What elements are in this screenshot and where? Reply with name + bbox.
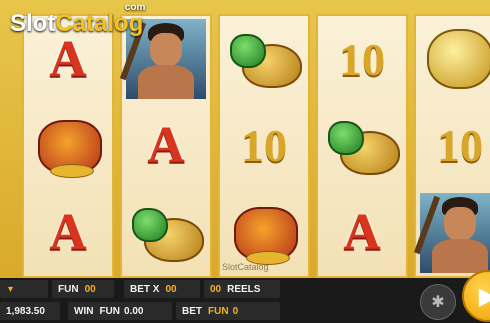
reel-4: 10 A	[316, 14, 408, 278]
fun-panel[interactable]: FUN 00	[52, 280, 114, 298]
symbol-cell	[416, 17, 490, 101]
bottom-bar-bottom: 1,983.50 WIN FUN 0.00 BET FUN 0	[0, 300, 490, 323]
fun-value: 00	[84, 283, 96, 295]
lion-icon	[228, 201, 300, 265]
symbol-a: A	[49, 204, 87, 262]
symbol-cell: 10	[416, 104, 490, 188]
reels-value: 00	[210, 283, 222, 295]
watermark: SlotCatalog	[222, 262, 269, 272]
symbol-cell	[24, 104, 112, 188]
balance-panel: 1,983.50	[0, 302, 60, 320]
symbol-cell	[220, 17, 308, 101]
bet-currency: FUN	[208, 305, 229, 317]
symbol-cell	[318, 104, 406, 188]
symbol-cell: 10	[318, 17, 406, 101]
bottom-bar-top: ▾ FUN 00 BET X 00 00 REELS	[0, 278, 490, 300]
bet-label: BET	[182, 305, 202, 317]
symbol-a: A	[343, 204, 381, 262]
turtle-icon	[326, 115, 400, 177]
win-panel: WIN FUN 0.00	[68, 302, 172, 320]
symbol-10: 10	[339, 33, 385, 85]
bet-value: 0	[232, 305, 239, 317]
turtle-icon	[130, 202, 204, 264]
symbol-cell: A	[122, 104, 210, 188]
bet-panel: BET FUN 0	[176, 302, 280, 320]
bet-x-panel[interactable]: BET X 00	[124, 280, 200, 298]
reel-1: A A	[22, 14, 114, 278]
reels-grid: A A A 10 10 A 10	[22, 14, 490, 278]
symbol-a: A	[49, 30, 87, 88]
turtle-icon	[228, 28, 302, 90]
reels-label: REELS	[227, 283, 261, 295]
hunter-icon	[413, 192, 490, 273]
reel-2: A	[119, 14, 212, 278]
symbol-cell: A	[24, 191, 112, 275]
autoplay-button[interactable]: ✱	[420, 284, 456, 320]
reel-3: 10	[218, 14, 310, 278]
symbol-cell: A	[318, 191, 406, 275]
symbol-cell	[413, 191, 490, 275]
win-label: WIN	[74, 305, 94, 317]
balance-value: 1,983.50	[6, 305, 45, 317]
bet-x-value: 00	[165, 283, 177, 295]
bet-x-label: BET X	[130, 283, 160, 295]
fun-label: FUN	[58, 283, 79, 295]
play-icon: ▶	[478, 282, 490, 310]
symbol-a: A	[147, 117, 185, 175]
gold-toad-icon	[427, 29, 490, 90]
symbol-cell	[122, 191, 210, 275]
runner-icon: ✱	[431, 294, 445, 311]
symbol-cell: 10	[220, 104, 308, 188]
slotcatalog-logo: SlotCatalog com	[10, 2, 146, 37]
win-currency: FUN	[99, 305, 121, 317]
balance-arrow-panel: ▾	[0, 280, 48, 298]
lion-icon	[32, 114, 104, 178]
reel-5: 10	[413, 14, 490, 278]
reels-panel[interactable]: 00 REELS	[204, 280, 280, 298]
symbol-10: 10	[437, 120, 483, 172]
symbol-10: 10	[241, 120, 287, 172]
win-value: 0.00	[124, 305, 144, 317]
